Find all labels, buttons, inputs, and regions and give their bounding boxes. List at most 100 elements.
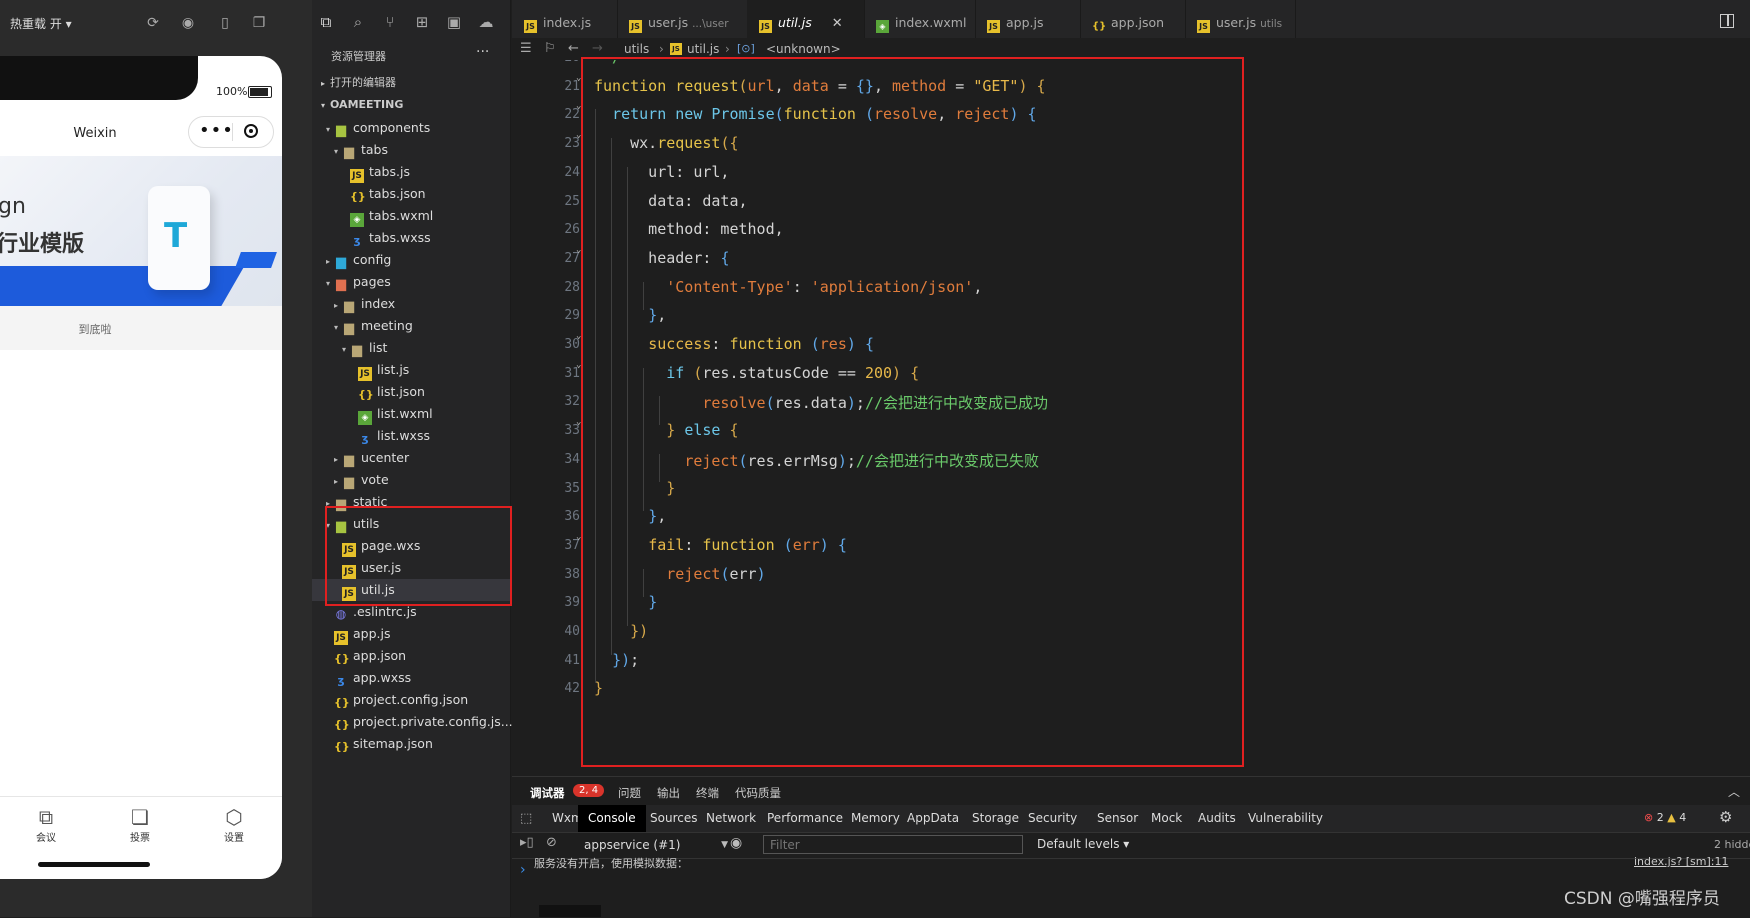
- chevron-down-icon[interactable]: ▾: [338, 339, 350, 361]
- chevron-right-icon[interactable]: ▸: [330, 449, 342, 471]
- tree-item-label: meeting: [361, 318, 413, 333]
- files-icon[interactable]: ⧉: [316, 13, 336, 31]
- stop-icon[interactable]: ◉: [179, 14, 197, 32]
- banner-card-graphic: T: [148, 186, 210, 290]
- panel-tab-mock[interactable]: Mock: [1151, 805, 1182, 832]
- sidebar-toggle-icon[interactable]: ▸▯: [520, 835, 534, 850]
- tree-item[interactable]: ▾ ▆ pages: [312, 271, 510, 293]
- clear-console-icon[interactable]: ⊘: [546, 835, 557, 850]
- panel-tab-security[interactable]: Security: [1028, 805, 1077, 832]
- search-icon[interactable]: ⌕: [348, 13, 368, 31]
- refresh-icon[interactable]: ⟳: [144, 14, 162, 32]
- more-icon[interactable]: •••: [199, 120, 234, 141]
- tab-vote[interactable]: ❏ 投票: [110, 805, 170, 844]
- chevron-down-icon[interactable]: ▾: [322, 273, 334, 295]
- panel-tab-console[interactable]: Console: [578, 805, 646, 832]
- tree-item[interactable]: ʒ tabs.wxss: [312, 227, 510, 249]
- mini-program-capsule[interactable]: •••: [188, 116, 274, 148]
- tree-item[interactable]: ◈ tabs.wxml: [312, 205, 510, 227]
- bookmark-icon[interactable]: ⚐: [544, 38, 556, 60]
- panel-tab-sensor[interactable]: Sensor: [1097, 805, 1138, 832]
- chevron-down-icon[interactable]: ▾: [322, 119, 334, 141]
- debug-icon[interactable]: ▣: [444, 13, 464, 31]
- chevron-right-icon[interactable]: ▸: [330, 295, 342, 317]
- tree-item[interactable]: ʒ list.wxss: [312, 425, 510, 447]
- explorer-title: 资源管理器: [331, 50, 386, 63]
- tree-item[interactable]: ʒ app.wxss: [312, 667, 510, 689]
- wxml-file-icon: ◈: [358, 411, 372, 425]
- tree-item[interactable]: {} sitemap.json: [312, 733, 510, 755]
- project-section[interactable]: ▾ OAMEETING: [312, 94, 510, 116]
- close-target-icon[interactable]: [244, 124, 258, 138]
- tab-terminal[interactable]: 终端: [696, 785, 719, 801]
- panel-tab-vulnerability[interactable]: Vulnerability: [1248, 805, 1323, 832]
- tree-item[interactable]: ◈ list.wxml: [312, 403, 510, 425]
- tree-item[interactable]: {} project.private.config.js...: [312, 711, 513, 733]
- tree-item-label: list.wxml: [377, 406, 433, 421]
- chevron-down-icon[interactable]: ▾: [330, 317, 342, 339]
- panel-tab-performance[interactable]: Performance: [767, 805, 843, 832]
- tree-item[interactable]: {} tabs.json: [312, 183, 510, 205]
- tree-item[interactable]: {} project.config.json: [312, 689, 510, 711]
- line-number: 22: [564, 107, 580, 123]
- tree-item[interactable]: JS app.js: [312, 623, 510, 645]
- panel-tab-memory[interactable]: Memory: [851, 805, 900, 832]
- split-editor-icon[interactable]: [1720, 14, 1734, 28]
- tree-item[interactable]: {} app.json: [312, 645, 510, 667]
- phone-screen: 100% Weixin ••• T gn 行业模版 到底啦 ⧉ 会议 ❏ 投票 …: [0, 56, 282, 879]
- context-select[interactable]: appservice (#1) ▼: [584, 836, 728, 854]
- extensions-icon[interactable]: ⊞: [412, 13, 432, 31]
- console-prompt[interactable]: ›: [520, 862, 526, 878]
- tree-item[interactable]: {} list.json: [312, 381, 510, 403]
- back-icon[interactable]: ←: [568, 38, 579, 60]
- banner-swiper[interactable]: T gn 行业模版: [0, 156, 282, 306]
- inspect-icon[interactable]: ⬚: [520, 805, 532, 832]
- tree-item[interactable]: ▾ ▆ meeting: [312, 315, 510, 337]
- tree-item[interactable]: ▸ ▆ config: [312, 249, 510, 271]
- collapse-icon[interactable]: ︿: [1728, 783, 1740, 800]
- tree-item[interactable]: JS tabs.js: [312, 161, 510, 183]
- issue-badge: 2, 4: [573, 784, 605, 797]
- tree-item[interactable]: ▸ ▆ vote: [312, 469, 510, 491]
- console-source-link[interactable]: index.js? [sm]:11: [1634, 855, 1728, 868]
- more-actions-icon[interactable]: ···: [476, 44, 489, 60]
- tab-output[interactable]: 输出: [657, 785, 680, 801]
- close-icon[interactable]: ✕: [832, 16, 843, 31]
- chevron-right-icon[interactable]: ▸: [322, 251, 334, 273]
- tree-item[interactable]: ▾ ▆ tabs: [312, 139, 510, 161]
- editor-tab-label: user.js: [1216, 15, 1257, 30]
- panel-tab-network[interactable]: Network: [706, 805, 756, 832]
- gear-icon[interactable]: ⚙: [1719, 808, 1732, 826]
- tab-code-quality[interactable]: 代码质量: [735, 785, 781, 801]
- panel-tab-audits[interactable]: Audits: [1198, 805, 1236, 832]
- tab-debugger[interactable]: 调试器: [530, 785, 565, 801]
- panel-tab-appdata[interactable]: AppData: [907, 805, 959, 832]
- panel-tab-storage[interactable]: Storage: [972, 805, 1019, 832]
- chevron-down-icon[interactable]: ▾: [330, 141, 342, 163]
- tree-item[interactable]: ▾ ▆ components: [312, 117, 510, 139]
- tab-problems[interactable]: 问题: [618, 785, 641, 801]
- error-warning-count[interactable]: ⊗ 2 ▲ 4: [1644, 811, 1686, 824]
- tab-meeting[interactable]: ⧉ 会议: [16, 805, 76, 844]
- tree-item[interactable]: ▾ ▆ list: [312, 337, 510, 359]
- filter-input[interactable]: [763, 835, 1023, 854]
- panel-tab-sources[interactable]: Sources: [650, 805, 697, 832]
- tab-settings[interactable]: ⬡ 设置: [204, 805, 264, 844]
- eye-icon[interactable]: ◉: [730, 835, 742, 851]
- tree-item-label: list: [369, 340, 388, 355]
- wxss-file-icon: ʒ: [361, 432, 369, 445]
- open-editors-section[interactable]: ▸ 打开的编辑器: [312, 72, 510, 94]
- tree-item[interactable]: ▸ ▆ index: [312, 293, 510, 315]
- list-icon[interactable]: ☰: [520, 38, 532, 60]
- log-levels-select[interactable]: Default levels ▾: [1037, 837, 1129, 851]
- tree-item[interactable]: ▸ ▆ ucenter: [312, 447, 510, 469]
- json-file-icon: {}: [334, 652, 350, 665]
- phone-icon[interactable]: ▯: [216, 14, 234, 32]
- source-control-icon[interactable]: ⑂: [380, 13, 400, 31]
- tree-item[interactable]: JS list.js: [312, 359, 510, 381]
- tree-item-label: pages: [353, 274, 391, 289]
- window-icon[interactable]: ❐: [250, 14, 268, 32]
- hot-reload-toggle[interactable]: 热重载 开 ▾: [10, 15, 72, 32]
- chevron-right-icon[interactable]: ▸: [330, 471, 342, 493]
- cloud-icon[interactable]: ☁: [476, 13, 496, 31]
